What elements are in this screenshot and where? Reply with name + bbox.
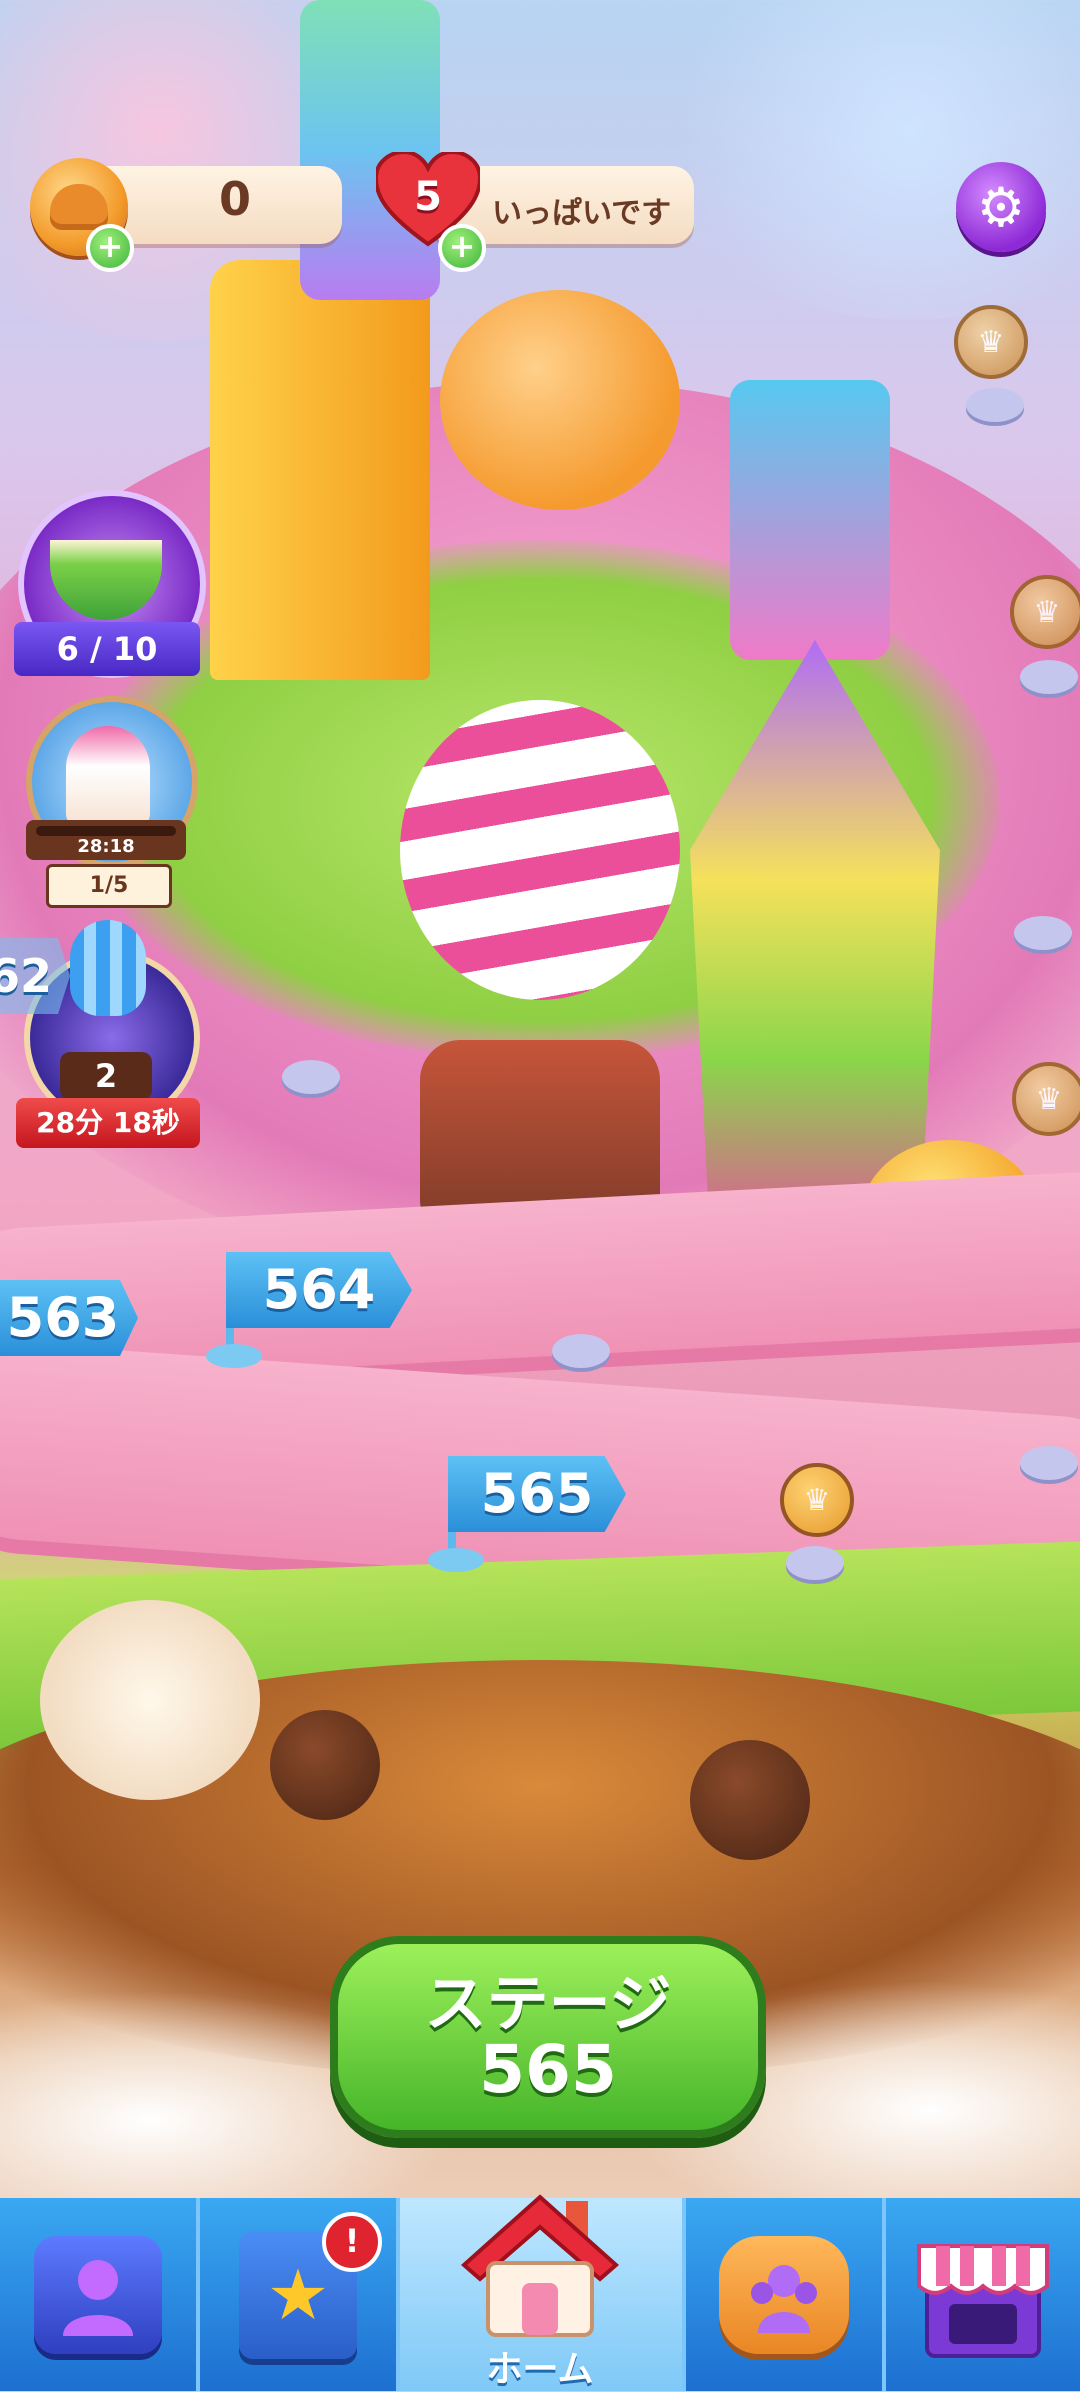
nav-home-label: ホーム	[486, 2349, 594, 2390]
play-button-line1: ステージ	[424, 1967, 672, 2040]
nav-book[interactable]: ★ !	[200, 2198, 396, 2391]
path-stone	[786, 1546, 844, 1580]
balloon-timer: 28分 18秒	[16, 1098, 200, 1148]
flag-base	[428, 1548, 484, 1572]
reward-node-icon[interactable]: ♛	[954, 305, 1028, 379]
nav-shop[interactable]	[886, 2198, 1080, 2391]
team-icon	[719, 2235, 849, 2354]
profile-icon	[34, 2235, 162, 2354]
path-stone	[1014, 916, 1072, 950]
ice-cream-timer: 28:18	[77, 836, 135, 857]
hot-air-balloon-icon	[70, 920, 146, 1016]
stage-flag-564[interactable]: 564	[226, 1252, 412, 1328]
balloon-count: 2	[60, 1052, 152, 1100]
notification-badge: !	[322, 2212, 382, 2272]
path-stone	[1020, 660, 1078, 694]
ice-cream-event[interactable]: 28:18 1/5	[20, 696, 198, 908]
nav-profile[interactable]	[0, 2198, 196, 2391]
shop-icon	[917, 2243, 1049, 2358]
add-coins-icon[interactable]: +	[86, 224, 134, 272]
add-lives-icon[interactable]: +	[438, 224, 486, 272]
nav-home[interactable]	[398, 2176, 682, 2356]
path-stone	[552, 1334, 610, 1368]
nav-team[interactable]	[686, 2198, 882, 2391]
ice-cream-icon	[66, 726, 150, 826]
reward-node-icon[interactable]: ♛	[1012, 1062, 1080, 1136]
bowl-progress: 6 / 10	[14, 622, 200, 676]
flag-base	[206, 1344, 262, 1368]
reward-node-icon[interactable]: ♛	[780, 1463, 854, 1537]
stage-flag-565[interactable]: 565	[448, 1456, 626, 1532]
coin-value: 0	[218, 172, 251, 226]
reward-node-icon[interactable]: ♛	[1010, 575, 1080, 649]
stage-flag-563[interactable]: 563	[0, 1280, 138, 1356]
lives-count: 5	[414, 174, 442, 220]
gear-icon[interactable]: ⚙	[956, 162, 1046, 252]
home-icon	[460, 2194, 620, 2337]
play-button-line2: 565	[479, 2031, 617, 2108]
path-stone	[1020, 1446, 1078, 1480]
path-stone	[966, 388, 1024, 422]
bowl-event[interactable]: 6 / 10	[14, 490, 206, 680]
path-stone	[282, 1060, 340, 1094]
play-stage-button[interactable]: ステージ 565	[330, 1936, 766, 2138]
ice-cream-progress: 1/5	[46, 864, 172, 908]
stage-flag-partial[interactable]: 62	[0, 938, 70, 1014]
lives-status: いっぱいです	[492, 196, 672, 231]
